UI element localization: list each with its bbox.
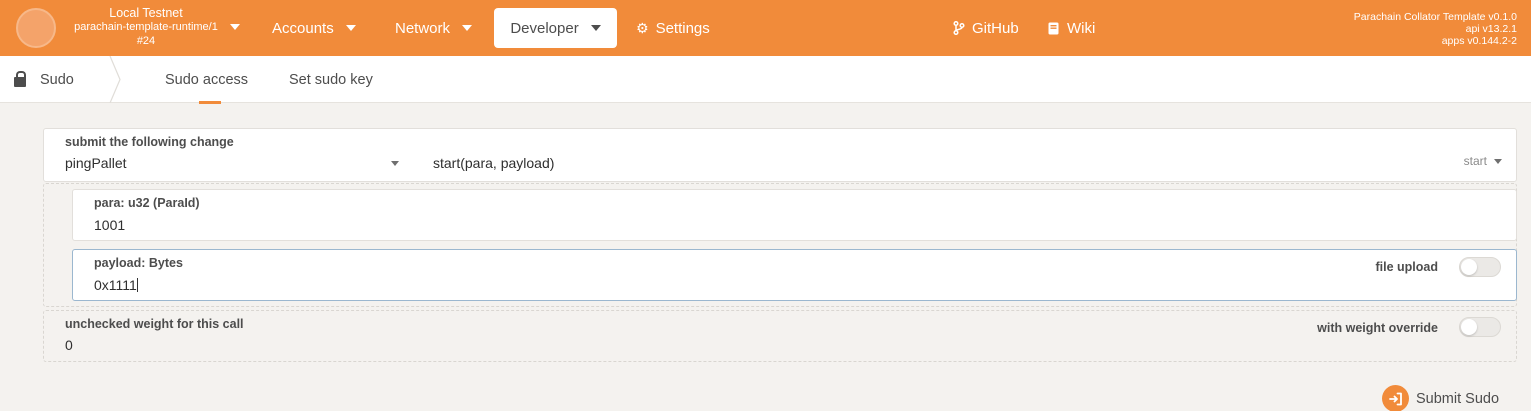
version-node: Parachain Collator Template v0.1.0 <box>1353 11 1517 23</box>
weight-override-label: with weight override <box>1317 321 1438 335</box>
submit-sudo-button[interactable]: Submit Sudo <box>1382 385 1499 411</box>
menu-developer-label: Developer <box>510 19 579 37</box>
chain-selector[interactable]: Local Testnet parachain-template-runtime… <box>66 6 226 48</box>
text-cursor <box>136 278 138 292</box>
menu-settings[interactable]: ⚙ Settings <box>636 0 710 56</box>
caret-down-icon <box>345 25 356 31</box>
menu-accounts[interactable]: Accounts <box>272 0 356 56</box>
caret-down-icon <box>391 161 399 166</box>
menu-github[interactable]: GitHub <box>953 0 1019 56</box>
version-info: Parachain Collator Template v0.1.0 api v… <box>1354 11 1517 47</box>
call-value: start(para, payload) <box>433 155 555 171</box>
submit-sudo-label: Submit Sudo <box>1416 390 1500 407</box>
weight-label: unchecked weight for this call <box>65 317 244 331</box>
menu-settings-label: Settings <box>655 19 710 37</box>
chain-logo[interactable] <box>16 8 56 48</box>
call-dropdown[interactable]: start(para, payload) start <box>419 129 1516 181</box>
code-branch-icon <box>953 21 965 35</box>
chain-name: Local Testnet <box>109 6 183 20</box>
menu-github-label: GitHub <box>972 19 1019 37</box>
runtime-version: parachain-template-runtime/1 <box>74 21 218 33</box>
weight-override-toggle[interactable] <box>1459 317 1501 337</box>
para-value: 1001 <box>94 217 126 233</box>
payload-input[interactable]: 0x1111 <box>94 277 138 293</box>
section-divider-chevron-icon <box>109 56 121 103</box>
top-navbar: Local Testnet parachain-template-runtime… <box>0 0 1531 56</box>
pallet-dropdown[interactable]: pingPallet <box>44 129 414 181</box>
para-field[interactable]: para: u32 (ParaId) 1001 <box>72 189 1517 241</box>
section-title: Sudo <box>14 56 74 103</box>
version-apps: apps v0.144.2-2 <box>1441 35 1517 47</box>
payload-value: 0x1111 <box>94 277 137 293</box>
menu-network-label: Network <box>395 19 451 37</box>
payload-field[interactable]: payload: Bytes 0x1111 file upload <box>72 249 1517 301</box>
caret-down-icon <box>590 25 601 31</box>
caret-down-icon <box>1494 158 1502 164</box>
version-api: api v13.2.1 <box>1465 23 1517 35</box>
call-name: start <box>1463 154 1487 168</box>
menu-wiki-label: Wiki <box>1067 19 1096 37</box>
menu-wiki[interactable]: Wiki <box>1048 0 1095 56</box>
best-block: #24 <box>136 35 156 47</box>
menu-accounts-label: Accounts <box>272 19 334 37</box>
menu-network[interactable]: Network <box>395 0 473 56</box>
extrinsic-selector: submit the following change pingPallet s… <box>43 128 1517 182</box>
menu-developer[interactable]: Developer <box>494 8 617 48</box>
para-label: para: u32 (ParaId) <box>94 196 200 210</box>
sub-navbar: Sudo Sudo access Set sudo key <box>0 56 1531 104</box>
chain-dropdown-caret-icon[interactable] <box>230 24 240 30</box>
section-title-label: Sudo <box>40 71 74 88</box>
tab-set-sudo-key[interactable]: Set sudo key <box>289 56 373 103</box>
file-upload-label: file upload <box>1375 260 1439 274</box>
tab-set-sudo-key-label: Set sudo key <box>289 71 373 88</box>
sign-in-icon <box>1382 385 1409 411</box>
weight-value: 0 <box>65 337 73 353</box>
active-tab-indicator <box>199 101 221 104</box>
tab-sudo-access[interactable]: Sudo access <box>165 56 249 104</box>
file-upload-toggle[interactable] <box>1459 257 1501 277</box>
weight-field: unchecked weight for this call 0 with we… <box>43 310 1517 362</box>
call-name-hint: start <box>1464 154 1502 168</box>
unlock-icon <box>14 70 26 87</box>
caret-down-icon <box>462 25 473 31</box>
gears-icon: ⚙ <box>636 19 649 36</box>
tab-sudo-access-label: Sudo access <box>165 71 249 88</box>
book-icon <box>1048 22 1059 34</box>
pallet-value: pingPallet <box>65 155 127 171</box>
payload-label: payload: Bytes <box>94 256 183 270</box>
